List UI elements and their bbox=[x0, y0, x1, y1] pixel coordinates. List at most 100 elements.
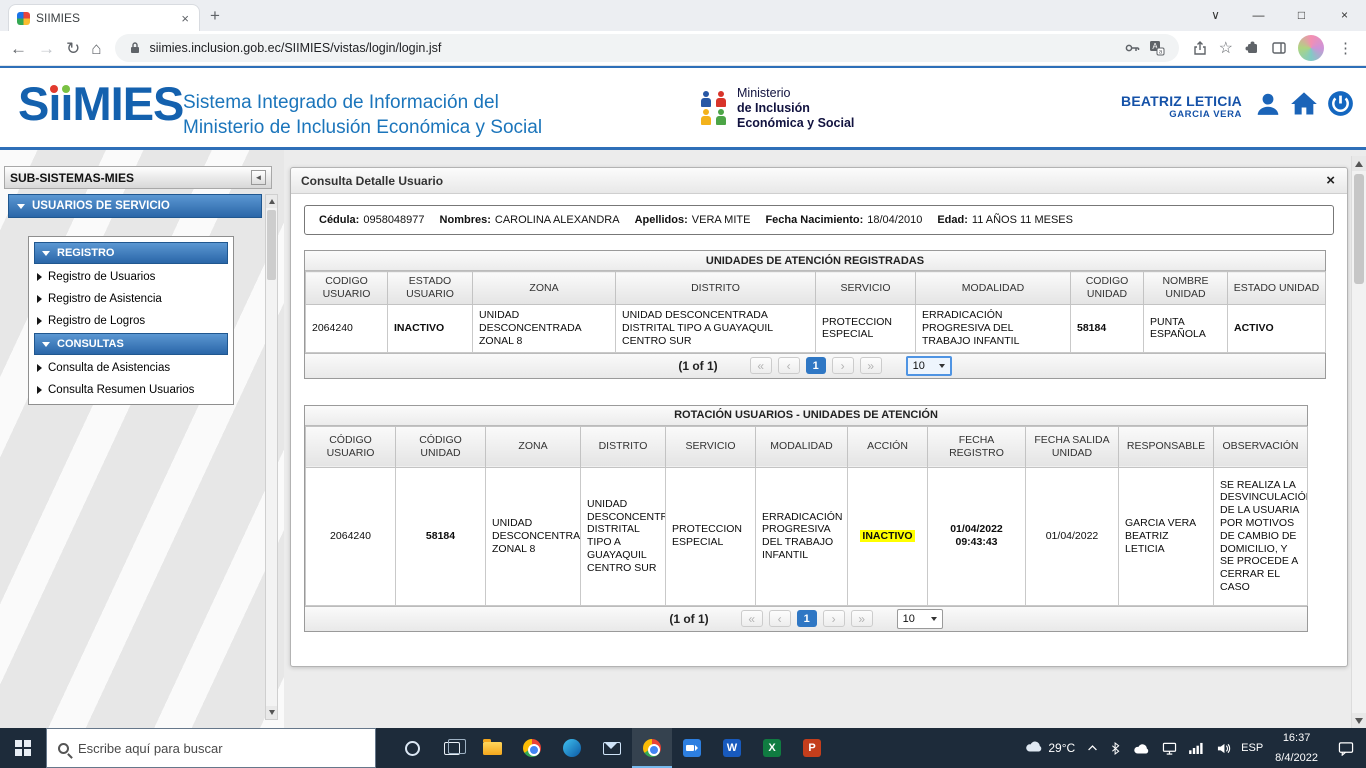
cell-codigo-usuario: 2064240 bbox=[306, 305, 388, 352]
prev-page-button[interactable]: ‹ bbox=[778, 357, 800, 374]
column-header: CÓDIGO UNIDAD bbox=[396, 426, 486, 467]
back-icon[interactable]: ← bbox=[10, 40, 27, 57]
bluetooth-icon[interactable] bbox=[1104, 728, 1127, 768]
panel-close-icon[interactable]: × bbox=[1324, 173, 1337, 188]
page-scrollbar[interactable] bbox=[1351, 156, 1366, 728]
edge-button[interactable] bbox=[552, 728, 592, 768]
cell-zona: UNIDAD DESCONCENTRADA ZONAL 8 bbox=[486, 467, 581, 605]
rows-per-page-select[interactable]: 10 bbox=[897, 609, 943, 629]
tab-search-caret-icon[interactable]: ∨ bbox=[1194, 0, 1237, 30]
scroll-up-arrow[interactable] bbox=[1352, 156, 1366, 171]
first-page-button[interactable]: « bbox=[750, 357, 772, 374]
rows-per-page-select[interactable]: 10 bbox=[906, 356, 952, 376]
new-tab-button[interactable]: + bbox=[210, 6, 220, 26]
sidebar-item-registro-de-logros[interactable]: Registro de Logros bbox=[34, 311, 228, 330]
video-call-app-button[interactable] bbox=[672, 728, 712, 768]
word-button[interactable]: W bbox=[712, 728, 752, 768]
language-indicator[interactable]: ESP bbox=[1237, 728, 1267, 768]
maximize-button[interactable]: □ bbox=[1280, 0, 1323, 30]
key-icon[interactable] bbox=[1124, 40, 1140, 56]
column-header: FECHA REGISTRO bbox=[928, 426, 1026, 467]
start-button[interactable] bbox=[0, 728, 46, 768]
sidebar-item-consulta-de-asistencias[interactable]: Consulta de Asistencias bbox=[34, 358, 228, 377]
cortana-button[interactable] bbox=[392, 728, 432, 768]
task-view-button[interactable] bbox=[432, 728, 472, 768]
speaker-icon[interactable] bbox=[1210, 728, 1237, 768]
search-input[interactable] bbox=[78, 741, 364, 756]
scroll-down-arrow[interactable] bbox=[1352, 713, 1366, 728]
minimize-button[interactable]: — bbox=[1237, 0, 1280, 30]
tab-close-icon[interactable]: × bbox=[179, 12, 191, 25]
reload-icon[interactable]: ↻ bbox=[66, 40, 80, 57]
lock-icon[interactable] bbox=[129, 41, 141, 55]
sidebar-collapse-button[interactable]: ◄ bbox=[251, 170, 266, 185]
sidebar-item-registro-de-asistencia[interactable]: Registro de Asistencia bbox=[34, 289, 228, 308]
display-icon[interactable] bbox=[1156, 728, 1183, 768]
cell-codigo-unidad: 58184 bbox=[396, 467, 486, 605]
sidebar-item-registro-de-usuarios[interactable]: Registro de Usuarios bbox=[34, 267, 228, 286]
weather-widget[interactable]: 29°C bbox=[1019, 728, 1081, 768]
home-icon[interactable]: ⌂ bbox=[91, 40, 101, 57]
scroll-down-arrow[interactable] bbox=[266, 706, 277, 719]
hidden-icons-chevron[interactable] bbox=[1081, 728, 1104, 768]
chrome-icon bbox=[643, 739, 661, 757]
column-header: CODIGO USUARIO bbox=[306, 272, 388, 305]
network-signal-icon[interactable] bbox=[1183, 728, 1210, 768]
column-header: MODALIDAD bbox=[916, 272, 1071, 305]
first-page-button[interactable]: « bbox=[741, 610, 763, 627]
sidebar-scrollbar[interactable] bbox=[265, 194, 278, 720]
current-page-button[interactable]: 1 bbox=[806, 357, 826, 374]
powerpoint-button[interactable]: P bbox=[792, 728, 832, 768]
action-center-button[interactable] bbox=[1326, 728, 1366, 768]
table-header-row: CODIGO USUARIO ESTADO USUARIO ZONA DISTR… bbox=[306, 272, 1326, 305]
scroll-thumb[interactable] bbox=[267, 210, 276, 280]
next-page-button[interactable]: › bbox=[823, 610, 845, 627]
scroll-up-arrow[interactable] bbox=[266, 195, 277, 208]
rows-per-page-value: 10 bbox=[913, 360, 925, 372]
extensions-puzzle-icon[interactable] bbox=[1244, 40, 1260, 56]
table-paginator: (1 of 1) « ‹ 1 › » 10 bbox=[305, 606, 1307, 631]
cell-distrito: UNIDAD DESCONCENTRADA DISTRITAL TIPO A G… bbox=[581, 467, 666, 605]
browser-menu-icon[interactable]: ⋮ bbox=[1335, 39, 1356, 57]
chrome-active-button[interactable] bbox=[632, 728, 672, 768]
browser-tab[interactable]: SIIMIES × bbox=[8, 4, 200, 31]
share-icon[interactable] bbox=[1192, 40, 1208, 56]
workspace: SUB-SISTEMAS-MIES ◄ USUARIOS DE SERVICIO… bbox=[0, 150, 1366, 728]
onedrive-cloud-icon[interactable] bbox=[1127, 728, 1156, 768]
file-explorer-button[interactable] bbox=[472, 728, 512, 768]
user-profile-icon[interactable] bbox=[1255, 91, 1281, 122]
sidebar-item-consulta-resumen-usuarios[interactable]: Consulta Resumen Usuarios bbox=[34, 380, 228, 399]
bookmark-star-icon[interactable]: ☆ bbox=[1219, 38, 1233, 58]
translate-icon[interactable]: Aa bbox=[1149, 40, 1165, 56]
chrome-pinned-button[interactable] bbox=[512, 728, 552, 768]
last-page-button[interactable]: » bbox=[860, 357, 882, 374]
forward-icon[interactable]: → bbox=[38, 40, 55, 57]
prev-page-button[interactable]: ‹ bbox=[769, 610, 791, 627]
url-text[interactable]: siimies.inclusion.gob.ec/SIIMIES/vistas/… bbox=[150, 41, 1115, 55]
logout-power-icon[interactable] bbox=[1327, 90, 1354, 122]
last-page-button[interactable]: » bbox=[851, 610, 873, 627]
clock[interactable]: 16:37 8/4/2022 bbox=[1267, 728, 1326, 768]
current-page-button[interactable]: 1 bbox=[797, 610, 817, 627]
arrow-right-icon bbox=[37, 317, 42, 325]
excel-button[interactable]: X bbox=[752, 728, 792, 768]
side-panel-icon[interactable] bbox=[1271, 40, 1287, 56]
next-page-button[interactable]: › bbox=[832, 357, 854, 374]
logo-i2: ı bbox=[60, 78, 72, 130]
sidebar-group-consultas[interactable]: CONSULTAS bbox=[34, 333, 228, 355]
sidebar-section-label: USUARIOS DE SERVICIO bbox=[32, 200, 170, 212]
scroll-thumb[interactable] bbox=[1354, 174, 1364, 284]
home-app-icon[interactable] bbox=[1290, 91, 1318, 122]
window-close-button[interactable]: × bbox=[1323, 0, 1366, 30]
taskbar-search[interactable] bbox=[46, 728, 376, 768]
logged-user: BEATRIZ LETICIA GARCIA VERA bbox=[1121, 93, 1242, 120]
address-bar[interactable]: siimies.inclusion.gob.ec/SIIMIES/vistas/… bbox=[115, 34, 1179, 62]
mail-button[interactable] bbox=[592, 728, 632, 768]
cell-servicio: PROTECCION ESPECIAL bbox=[816, 305, 916, 352]
profile-avatar[interactable] bbox=[1298, 35, 1324, 61]
column-header: CÓDIGO USUARIO bbox=[306, 426, 396, 467]
date-text: 8/4/2022 bbox=[1275, 751, 1318, 765]
sidebar-section-usuarios-de-servicio[interactable]: USUARIOS DE SERVICIO bbox=[8, 194, 262, 218]
header-right: BEATRIZ LETICIA GARCIA VERA bbox=[1121, 90, 1354, 122]
sidebar-group-registro[interactable]: REGISTRO bbox=[34, 242, 228, 264]
